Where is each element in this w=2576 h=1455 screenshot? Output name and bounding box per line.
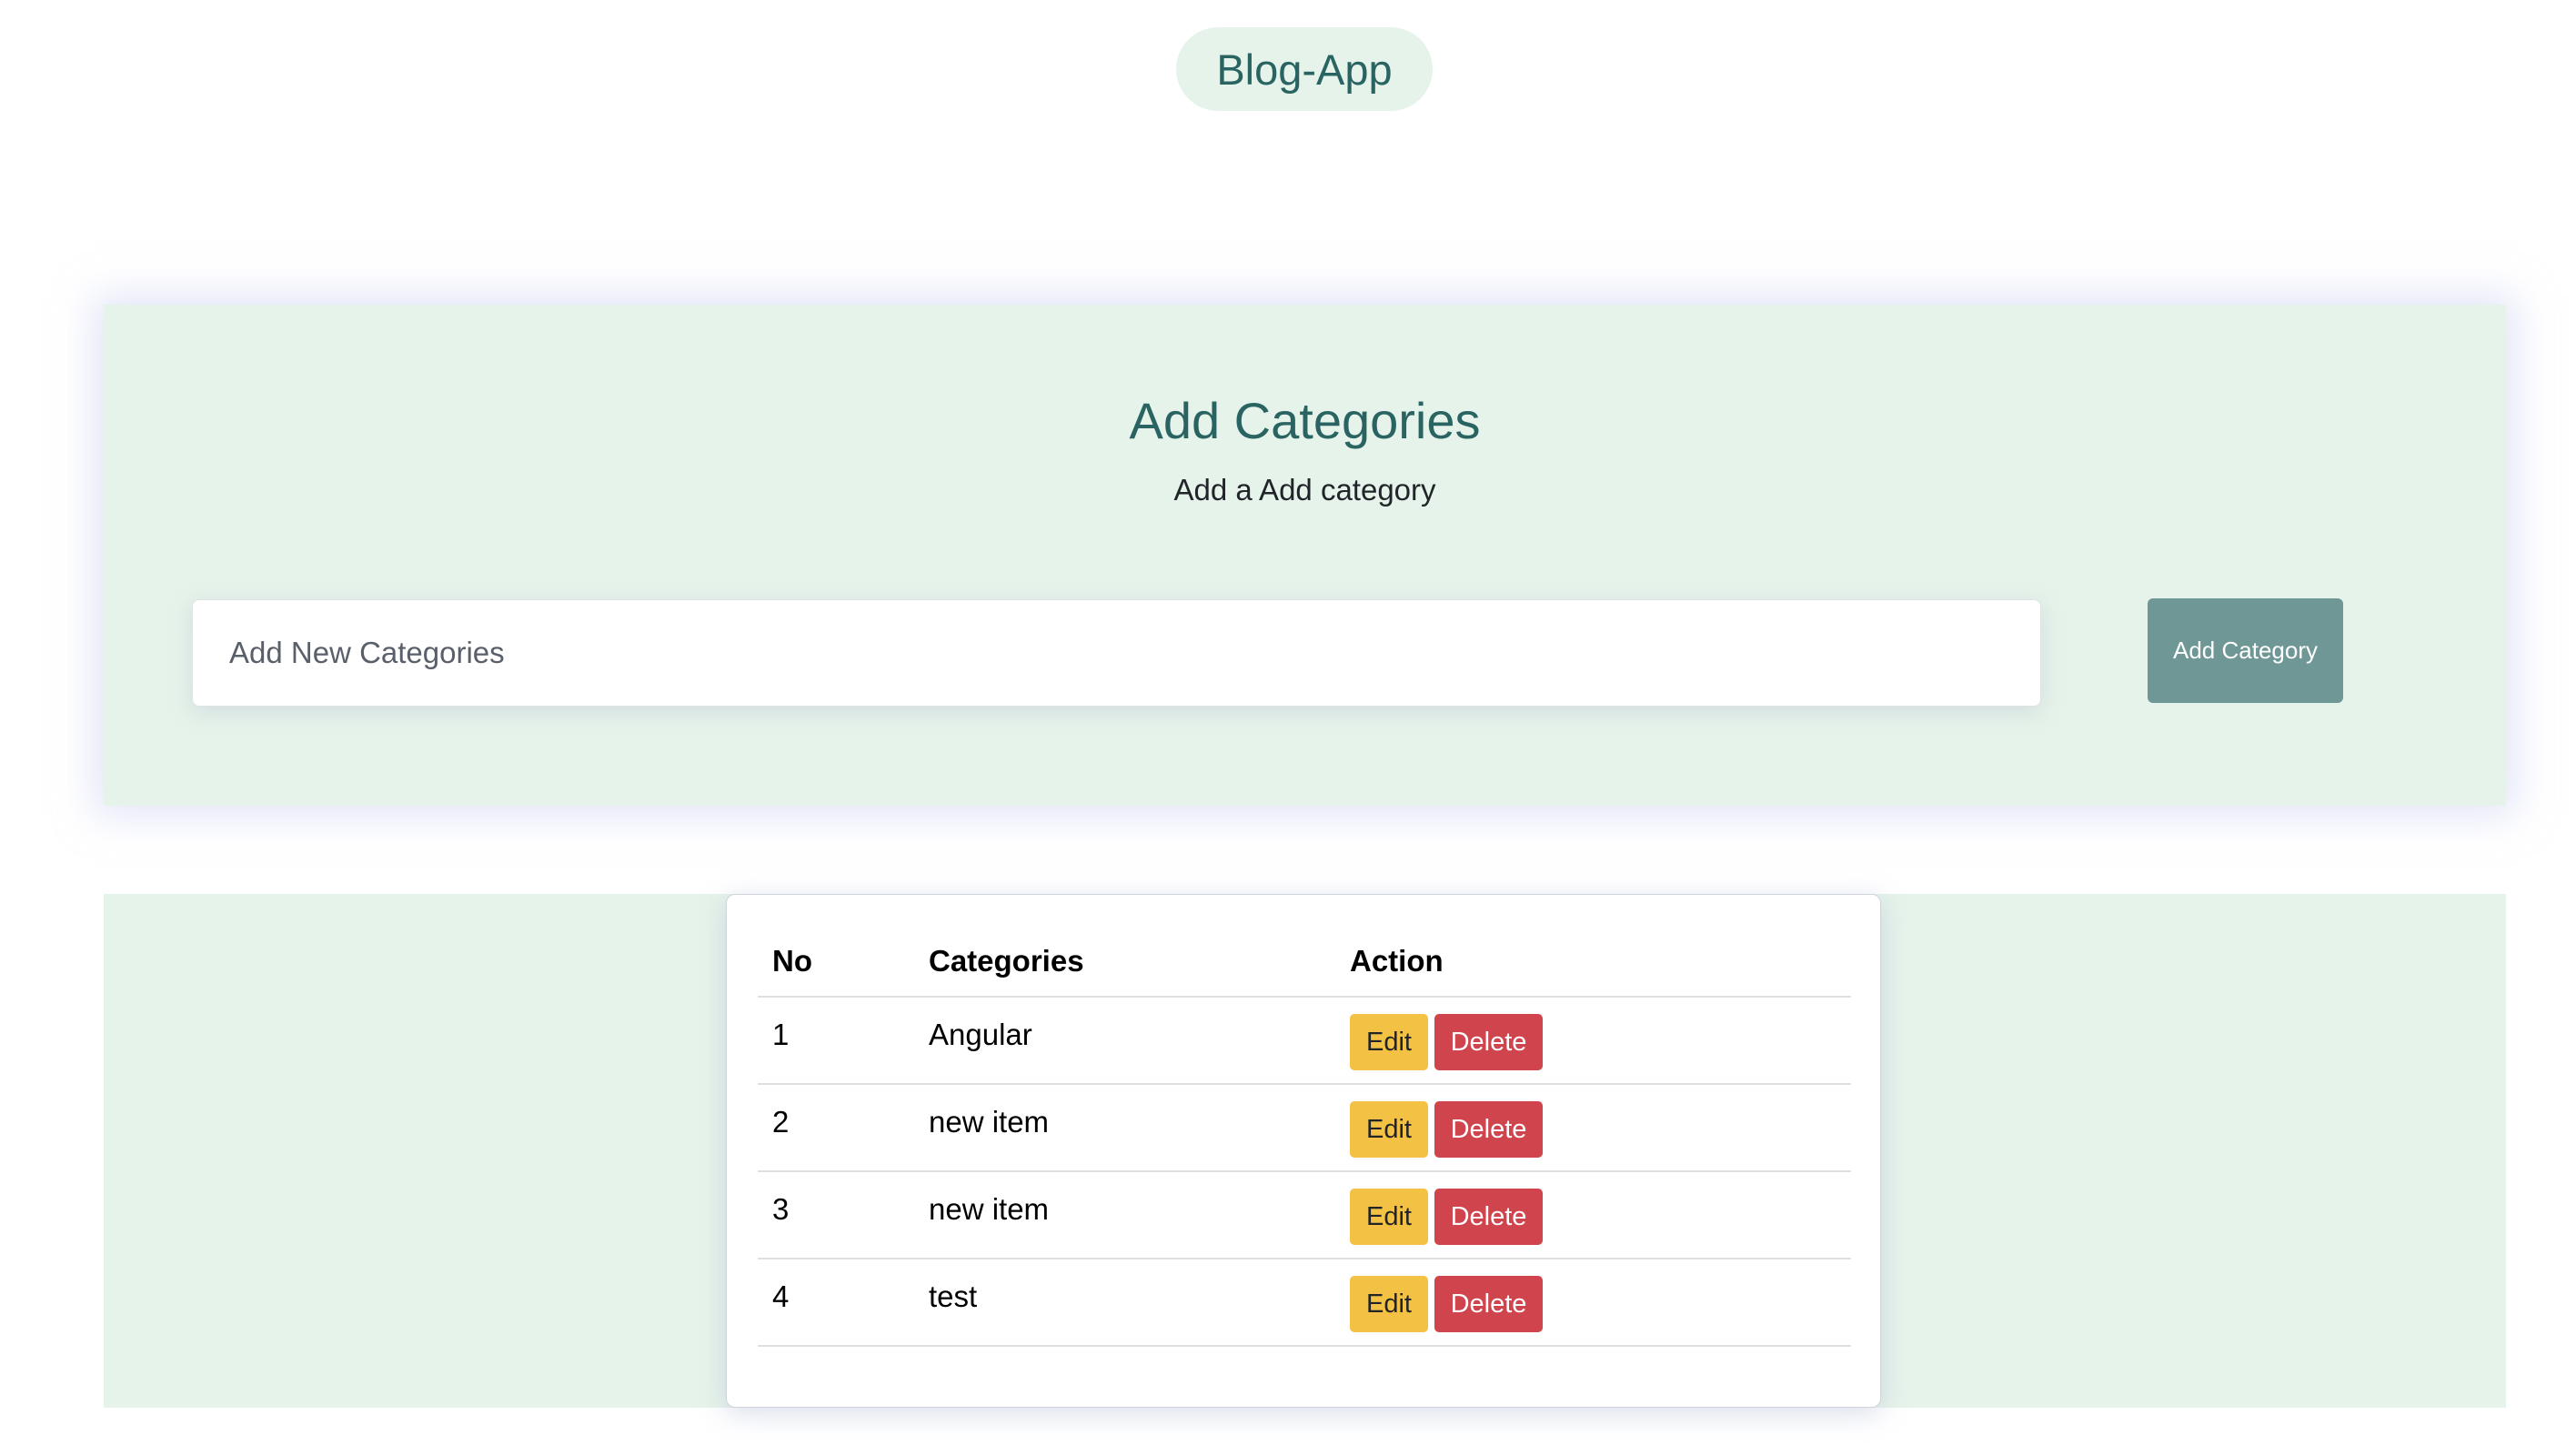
- brand-logo[interactable]: Blog-App: [1176, 27, 1433, 111]
- table-row: 1 Angular Edit Delete: [758, 997, 1851, 1085]
- edit-button[interactable]: Edit: [1350, 1276, 1428, 1332]
- brand-label: Blog-App: [1216, 45, 1393, 94]
- add-category-panel: Add Categories Add a Add category Add Ca…: [104, 305, 2506, 806]
- add-category-button[interactable]: Add Category: [2148, 598, 2343, 703]
- category-table-card: No Categories Action 1 Angular Edit Delet…: [726, 894, 1881, 1408]
- row-number: 4: [758, 1259, 914, 1347]
- delete-button[interactable]: Delete: [1434, 1276, 1543, 1332]
- delete-button[interactable]: Delete: [1434, 1101, 1543, 1158]
- page-title: Add Categories: [1129, 392, 1481, 449]
- row-number: 1: [758, 997, 914, 1085]
- row-number: 2: [758, 1084, 914, 1172]
- new-category-input[interactable]: [192, 599, 2041, 707]
- row-category: test: [914, 1259, 1335, 1347]
- row-actions: Edit Delete: [1335, 1259, 1851, 1347]
- category-table: No Categories Action 1 Angular Edit Delet…: [758, 926, 1851, 1347]
- header-action: Action: [1335, 926, 1851, 998]
- header-no: No: [758, 926, 914, 998]
- edit-button[interactable]: Edit: [1350, 1189, 1428, 1245]
- row-category: new item: [914, 1171, 1335, 1259]
- row-number: 3: [758, 1171, 914, 1259]
- table-row: 3 new item Edit Delete: [758, 1171, 1851, 1259]
- header-categories: Categories: [914, 926, 1335, 998]
- table-row: 2 new item Edit Delete: [758, 1084, 1851, 1172]
- row-actions: Edit Delete: [1335, 1084, 1851, 1172]
- table-row: 4 test Edit Delete: [758, 1259, 1851, 1347]
- edit-button[interactable]: Edit: [1350, 1014, 1428, 1070]
- row-actions: Edit Delete: [1335, 997, 1851, 1085]
- page-subtitle: Add a Add category: [1173, 473, 1436, 507]
- page: Blog-App Add Categories Add a Add catego…: [0, 0, 2576, 1455]
- row-category: Angular: [914, 997, 1335, 1085]
- delete-button[interactable]: Delete: [1434, 1189, 1543, 1245]
- table-header-row: No Categories Action: [758, 926, 1851, 998]
- row-actions: Edit Delete: [1335, 1171, 1851, 1259]
- edit-button[interactable]: Edit: [1350, 1101, 1428, 1158]
- delete-button[interactable]: Delete: [1434, 1014, 1543, 1070]
- row-category: new item: [914, 1084, 1335, 1172]
